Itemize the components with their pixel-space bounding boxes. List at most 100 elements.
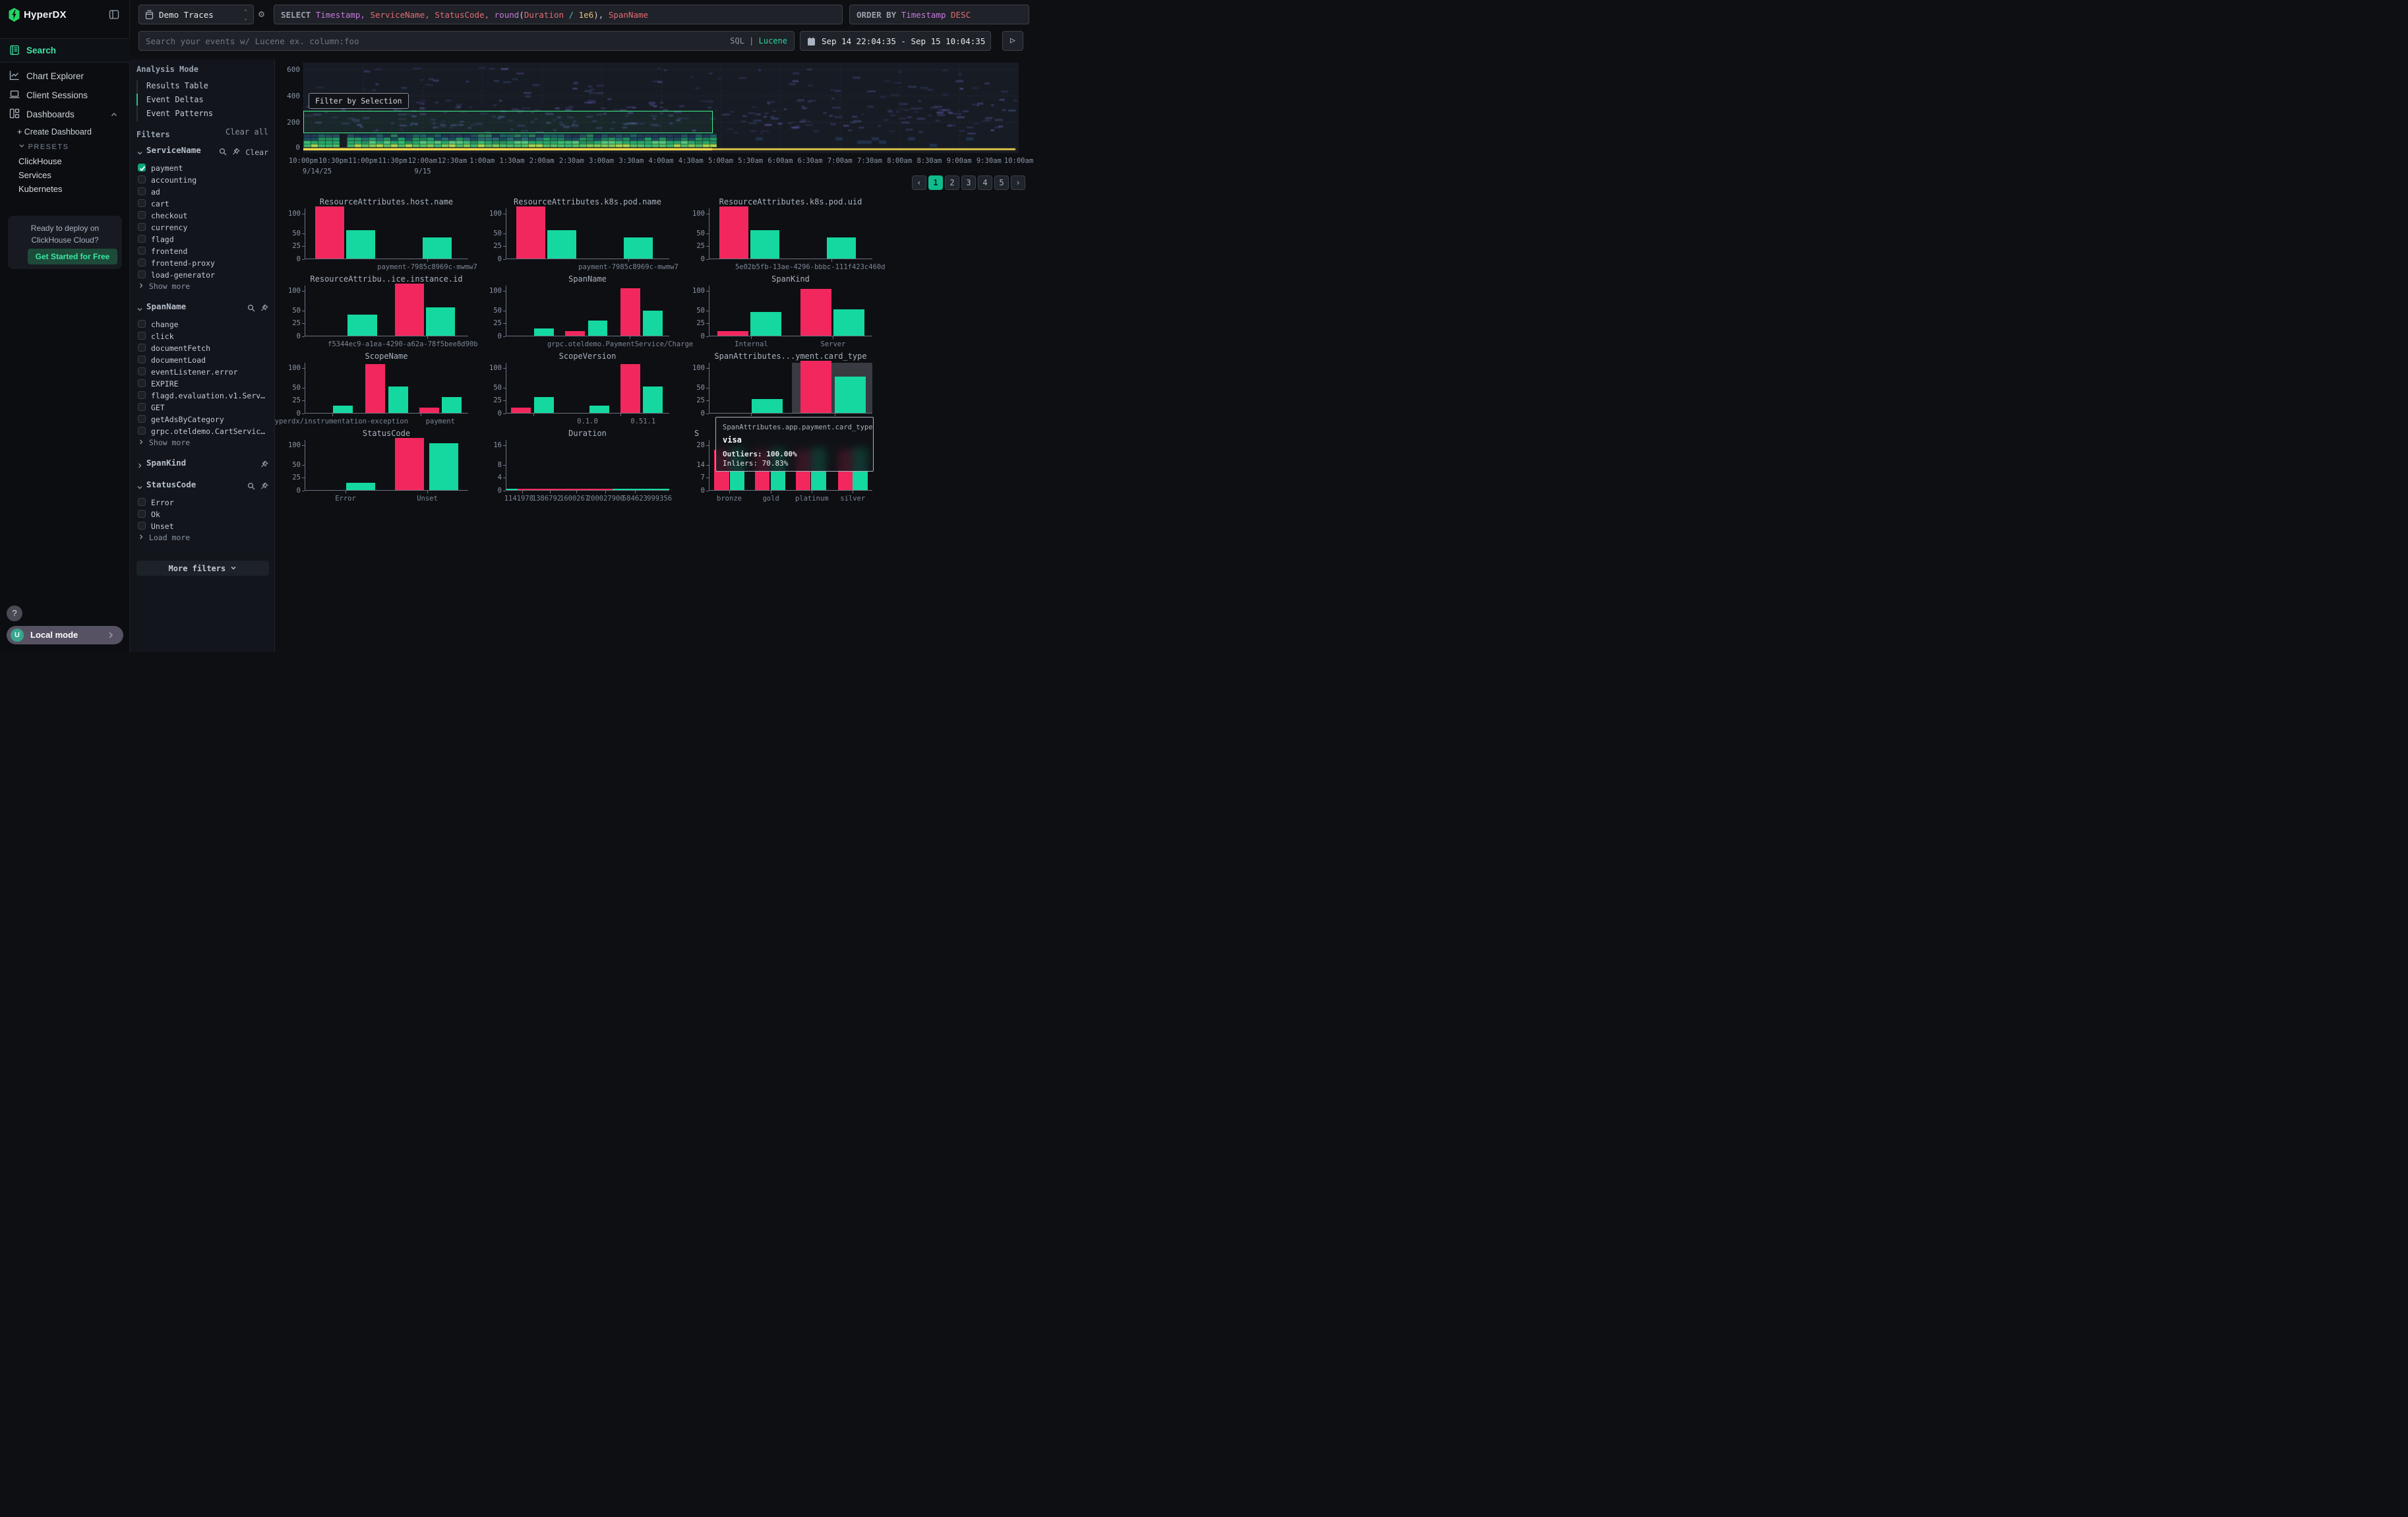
pin-icon[interactable] — [260, 458, 268, 471]
filter-item-checkout[interactable]: checkout — [138, 210, 267, 221]
checkbox[interactable] — [138, 344, 146, 352]
help-button[interactable]: ? — [7, 605, 22, 621]
checkbox[interactable] — [138, 367, 146, 375]
show-more-button[interactable]: Show more — [138, 282, 190, 291]
checkbox[interactable] — [138, 270, 146, 278]
filter-item-flagd-evaluation-v1-serv-[interactable]: flagd.evaluation.v1.Serv… — [138, 390, 267, 401]
filter-item-change[interactable]: change — [138, 319, 267, 330]
more-filters-button[interactable]: More filters — [136, 561, 269, 576]
filter-item-accounting[interactable]: accounting — [138, 175, 267, 185]
clear-all-button[interactable]: Clear all — [226, 127, 268, 137]
checkbox[interactable] — [138, 510, 146, 518]
filter-item-getadsbycategory[interactable]: getAdsByCategory — [138, 414, 267, 425]
filter-item-get[interactable]: GET — [138, 402, 267, 413]
local-mode-button[interactable]: U Local mode — [7, 626, 123, 644]
chart-xlabel: @hyperdx/instrumentation-exception — [266, 418, 408, 425]
checkbox[interactable] — [138, 379, 146, 387]
pin-icon[interactable] — [232, 146, 240, 158]
search-input[interactable] — [139, 32, 794, 50]
filter-item-eventlistener-error[interactable]: eventListener.error — [138, 367, 267, 377]
heatmap-selection-region[interactable] — [303, 111, 713, 133]
checkbox[interactable] — [138, 199, 146, 207]
load-more-button[interactable]: Load more — [138, 533, 190, 542]
checkbox[interactable] — [138, 391, 146, 399]
analysis-mode-event-patterns[interactable]: Event Patterns — [146, 109, 258, 118]
run-query-button[interactable]: ▷ — [1002, 31, 1023, 51]
preset-item-services[interactable]: Services — [18, 170, 51, 180]
presets-toggle[interactable]: PRESETS — [18, 142, 69, 151]
filter-item-error[interactable]: Error — [138, 497, 267, 508]
source-select[interactable]: Demo Traces ⌃⌄ — [138, 5, 254, 24]
order-by-input[interactable]: ORDER BY Timestamp DESC — [849, 5, 1029, 24]
filter-group-header-statuscode[interactable]: StatusCode — [136, 480, 268, 490]
checkbox[interactable] — [138, 211, 146, 219]
clear-filter-button[interactable]: Clear — [245, 148, 268, 157]
search-icon[interactable] — [247, 480, 255, 493]
sidebar-item-chart-explorer[interactable]: Chart Explorer — [0, 67, 130, 86]
checkbox[interactable] — [138, 522, 146, 530]
get-started-button[interactable]: Get Started for Free — [28, 249, 117, 264]
chart-xlabel: 999356 — [647, 495, 672, 503]
filter-by-selection-button[interactable]: Filter by Selection — [309, 93, 409, 109]
filter-group-header-servicename[interactable]: ServiceNameClear — [136, 145, 268, 156]
analysis-mode-event-deltas[interactable]: Event Deltas — [146, 95, 258, 104]
pin-icon[interactable] — [260, 302, 268, 315]
checkbox[interactable] — [138, 403, 146, 411]
sidebar-item-dashboards[interactable]: Dashboards — [0, 105, 130, 124]
filter-item-ad[interactable]: ad — [138, 187, 267, 197]
checkbox[interactable] — [138, 320, 146, 328]
preset-item-clickhouse[interactable]: ClickHouse — [18, 156, 62, 166]
checkbox[interactable] — [138, 356, 146, 363]
filter-item-expire[interactable]: EXPIRE — [138, 379, 267, 389]
checkbox[interactable] — [138, 235, 146, 243]
page-prev-button[interactable]: ‹ — [912, 175, 926, 190]
checkbox[interactable] — [138, 187, 146, 195]
sidebar-item-search[interactable]: Search — [0, 38, 130, 63]
page-next-button[interactable]: › — [1011, 175, 1025, 190]
filter-item-flagd[interactable]: flagd — [138, 234, 267, 245]
filter-item-ok[interactable]: Ok — [138, 509, 267, 520]
filter-item-click[interactable]: click — [138, 331, 267, 342]
preset-item-kubernetes[interactable]: Kubernetes — [18, 184, 63, 194]
show-more-button[interactable]: Show more — [138, 438, 190, 447]
search-icon[interactable] — [219, 146, 227, 158]
checkbox[interactable] — [138, 332, 146, 340]
filter-item-unset[interactable]: Unset — [138, 521, 267, 532]
filter-item-frontend[interactable]: frontend — [138, 246, 267, 257]
filter-item-payment[interactable]: payment — [138, 163, 267, 173]
filter-item-documentfetch[interactable]: documentFetch — [138, 343, 267, 354]
filter-item-load-generator[interactable]: load-generator — [138, 270, 267, 280]
date-range-picker[interactable]: Sep 14 22:04:35 - Sep 15 10:04:35 — [800, 31, 991, 51]
page-button-5[interactable]: 5 — [994, 175, 1009, 190]
checkbox[interactable] — [138, 164, 146, 171]
select-query-input[interactable]: SELECT Timestamp, ServiceName, StatusCod… — [274, 5, 843, 24]
page-button-4[interactable]: 4 — [978, 175, 992, 190]
checkbox[interactable] — [138, 415, 146, 423]
collapse-sidebar-icon[interactable] — [109, 9, 119, 22]
checkbox[interactable] — [138, 427, 146, 435]
filter-group-header-spankind[interactable]: SpanKind — [136, 458, 268, 468]
gear-icon[interactable]: ⚙ — [258, 8, 264, 20]
checkbox[interactable] — [138, 498, 146, 506]
language-toggle[interactable]: SQL | Lucene — [730, 36, 787, 46]
tooltip-inliers: Inliers: 70.83% — [723, 459, 788, 468]
search-icon[interactable] — [247, 302, 255, 315]
filter-item-frontend-proxy[interactable]: frontend-proxy — [138, 258, 267, 268]
filter-item-grpc-oteldemo-cartservic-[interactable]: grpc.oteldemo.CartServic… — [138, 426, 267, 437]
filter-group-header-spanname[interactable]: SpanName — [136, 301, 268, 312]
page-button-3[interactable]: 3 — [961, 175, 976, 190]
filter-item-currency[interactable]: currency — [138, 222, 267, 233]
checkbox[interactable] — [138, 259, 146, 266]
checkbox[interactable] — [138, 247, 146, 255]
pin-icon[interactable] — [260, 480, 268, 493]
heatmap-canvas[interactable] — [303, 63, 1019, 153]
page-button-2[interactable]: 2 — [945, 175, 959, 190]
sidebar-item-client-sessions[interactable]: Client Sessions — [0, 86, 130, 105]
checkbox[interactable] — [138, 223, 146, 231]
page-button-1[interactable]: 1 — [928, 175, 943, 190]
create-dashboard-button[interactable]: + Create Dashboard — [17, 127, 92, 137]
filter-item-cart[interactable]: cart — [138, 199, 267, 209]
checkbox[interactable] — [138, 175, 146, 183]
filter-item-documentload[interactable]: documentLoad — [138, 355, 267, 365]
analysis-mode-results-table[interactable]: Results Table — [146, 81, 258, 90]
